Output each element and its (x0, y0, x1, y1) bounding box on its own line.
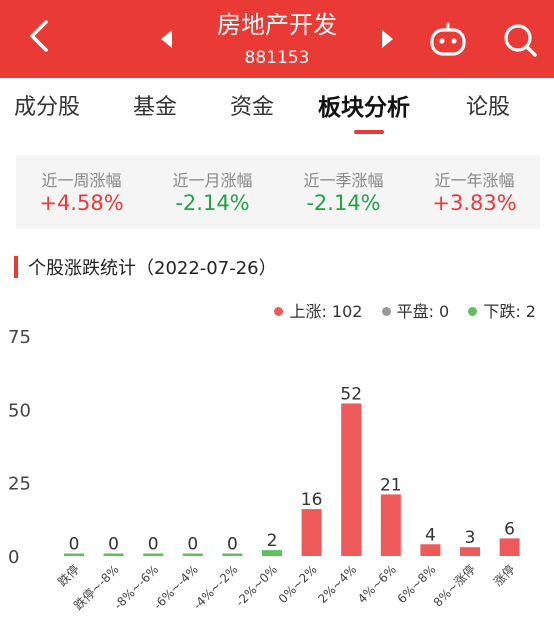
y-tick-label: 75 (8, 327, 31, 348)
legend-down: 下跌: 2 (468, 298, 536, 322)
perf-quarter: 近一季涨幅 -2.14% (278, 155, 409, 229)
tab-constituents[interactable]: 成分股 (14, 92, 80, 124)
chart-bar (380, 494, 401, 556)
sector-code: 881153 (244, 48, 310, 68)
bar-value-label: 4 (425, 525, 436, 545)
chart-bar (499, 538, 520, 556)
x-tick-label: 0%~2% (276, 562, 320, 606)
perf-value: -2.14% (175, 191, 250, 215)
perf-label: 近一月涨幅 (172, 171, 253, 190)
legend-flat: 平盘: 0 (381, 298, 450, 322)
section-title: 个股涨跌统计（2022-07-26） (28, 258, 277, 279)
perf-label: 近一年涨幅 (434, 171, 515, 190)
perf-week: 近一周涨幅 +4.58% (16, 155, 147, 229)
y-tick-label: 50 (8, 400, 31, 421)
section-marker (14, 256, 18, 278)
perf-label: 近一季涨幅 (303, 171, 384, 190)
legend-down-label: 下跌: 2 (483, 302, 536, 321)
search-icon[interactable] (500, 20, 540, 60)
app-header: 房地产开发 881153 (0, 0, 554, 78)
legend-up-label: 上涨: 102 (289, 302, 363, 321)
y-tick-label: 25 (8, 474, 31, 495)
robot-icon[interactable] (428, 20, 468, 60)
bar-value-label: 0 (108, 535, 119, 555)
bar-value-label: 2 (267, 531, 278, 551)
x-tick-label: -2%~0% (233, 562, 280, 609)
x-tick-label: 8%~涨停 (430, 562, 478, 610)
bar-value-label: 6 (504, 519, 515, 539)
x-tick-label: 4%~6% (355, 562, 399, 606)
perf-value: +3.83% (432, 191, 517, 215)
bar-value-label: 21 (380, 475, 402, 495)
legend-flat-label: 平盘: 0 (396, 302, 450, 321)
bar-value-label: 52 (340, 384, 362, 404)
perf-label: 近一周涨幅 (41, 171, 122, 190)
performance-panel: 近一周涨幅 +4.58% 近一月涨幅 -2.14% 近一季涨幅 -2.14% 近… (16, 155, 540, 229)
active-tab-indicator (354, 130, 384, 134)
perf-year: 近一年涨幅 +3.83% (409, 155, 540, 229)
bar-value-label: 3 (465, 528, 476, 548)
y-tick-label: 0 (8, 547, 19, 568)
x-tick-label: 跌停 (55, 562, 83, 590)
bar-value-label: 0 (187, 535, 198, 555)
perf-value: -2.14% (306, 191, 381, 215)
chart-bar (420, 544, 441, 556)
next-arrow-icon[interactable] (378, 28, 396, 50)
x-tick-label: 涨停 (490, 562, 518, 590)
bar-value-label: 16 (301, 490, 323, 510)
perf-value: +4.58% (39, 191, 124, 215)
sector-title: 房地产开发 (217, 11, 337, 39)
bar-value-label: 0 (69, 535, 80, 555)
chart-bar (341, 403, 362, 556)
bar-value-label: 0 (227, 535, 238, 555)
bar-value-label: 0 (148, 535, 159, 555)
chart-legend: 上涨: 102 平盘: 0 下跌: 2 (260, 298, 536, 322)
tab-discussion[interactable]: 论股 (466, 92, 510, 124)
tab-capital[interactable]: 资金 (230, 92, 274, 124)
x-tick-label: 2%~4% (315, 562, 359, 606)
perf-month: 近一月涨幅 -2.14% (147, 155, 278, 229)
legend-up: 上涨: 102 (274, 298, 362, 322)
chart-bar (301, 509, 322, 556)
distribution-chart: 02550750跌停0跌停~-8%0-8%~-6%0-6%~-4%0-4%~-2… (8, 327, 520, 613)
down-dot-icon (468, 307, 478, 316)
tab-bar: 成分股 基金 资金 板块分析 论股 (0, 78, 554, 140)
flat-dot-icon (381, 307, 391, 316)
tab-sector-analysis[interactable]: 板块分析 (318, 92, 410, 124)
chart-bar (460, 547, 480, 556)
up-dot-icon (274, 307, 284, 316)
tab-funds[interactable]: 基金 (133, 92, 177, 124)
